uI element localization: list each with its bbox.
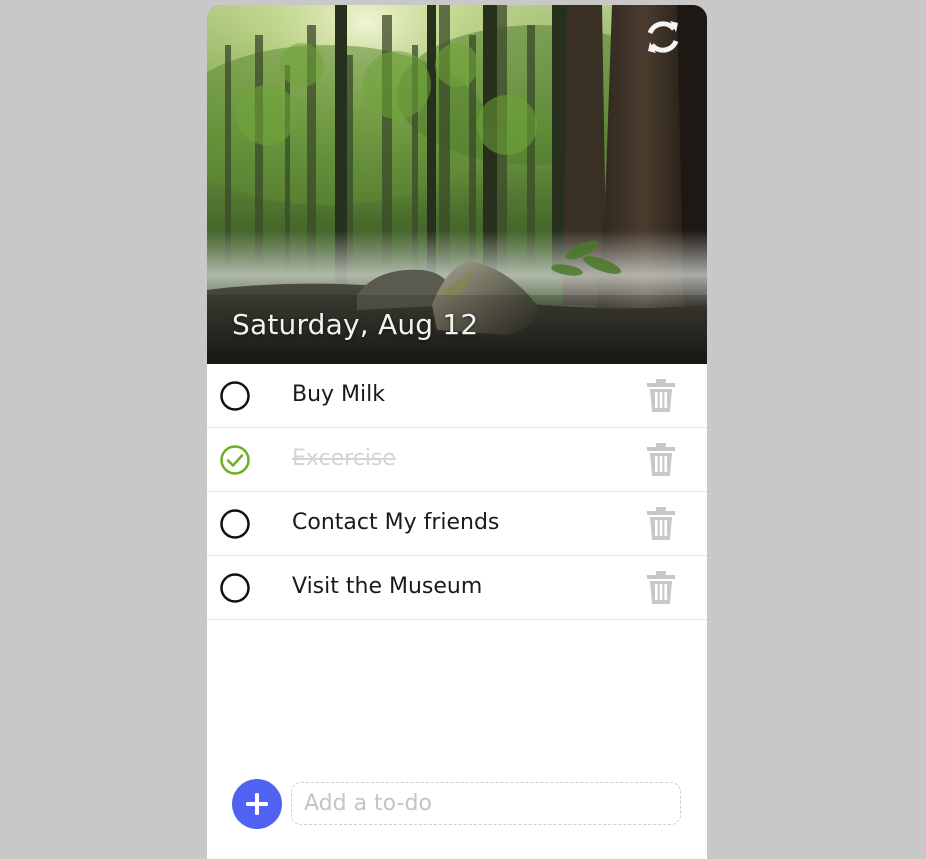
date-heading: Saturday, Aug 12 — [232, 308, 479, 341]
todo-item: Excercise — [207, 428, 707, 492]
checkbox-circle-icon[interactable] — [219, 380, 251, 412]
todo-item: Visit the Museum — [207, 556, 707, 620]
trash-icon[interactable] — [647, 443, 675, 476]
refresh-icon[interactable] — [643, 17, 683, 57]
trash-icon[interactable] — [647, 507, 675, 540]
header-image: Saturday, Aug 12 — [207, 5, 707, 364]
checkbox-circle-icon[interactable] — [219, 572, 251, 604]
plus-icon — [246, 793, 268, 815]
todo-item: Buy Milk — [207, 364, 707, 428]
todo-card: Saturday, Aug 12 Buy Milk Excercise Cont… — [207, 5, 707, 859]
todo-text: Visit the Museum — [292, 574, 483, 599]
todo-text: Excercise — [292, 446, 396, 471]
checkbox-circle-icon[interactable] — [219, 508, 251, 540]
todo-text: Buy Milk — [292, 382, 385, 407]
add-todo-button[interactable] — [232, 779, 282, 829]
checked-circle-icon[interactable] — [219, 444, 251, 476]
trash-icon[interactable] — [647, 379, 675, 412]
add-todo-input[interactable] — [291, 782, 681, 825]
trash-icon[interactable] — [647, 571, 675, 604]
todo-list: Buy Milk Excercise Contact My friends Vi… — [207, 364, 707, 620]
todo-text: Contact My friends — [292, 510, 500, 535]
todo-item: Contact My friends — [207, 492, 707, 556]
